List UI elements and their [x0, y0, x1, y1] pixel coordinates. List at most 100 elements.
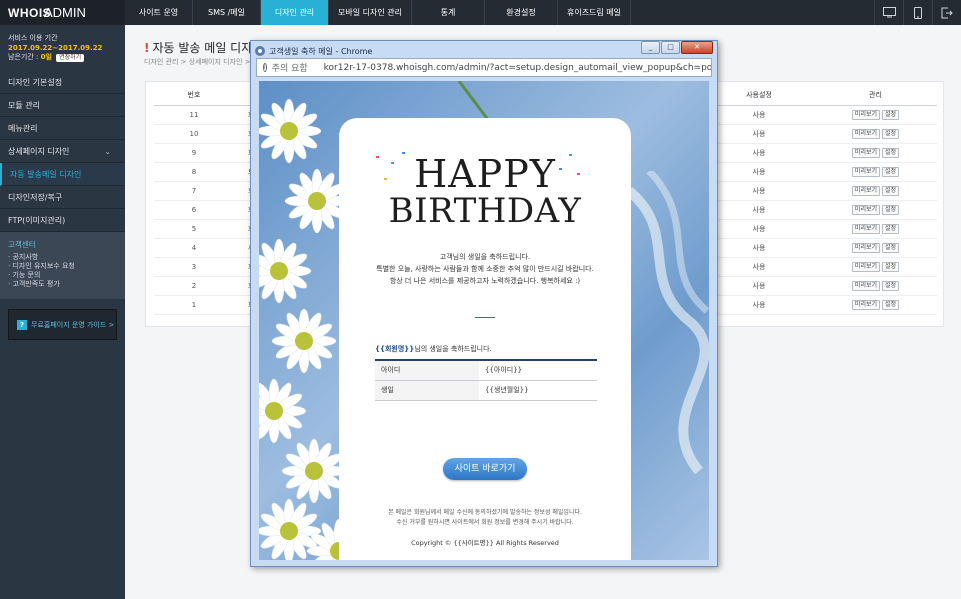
setting-button[interactable]: 설정	[882, 166, 900, 177]
sidebar-item-detail-page[interactable]: 상세페이지 디자인 ⌄	[0, 140, 125, 163]
setting-button[interactable]: 설정	[882, 299, 900, 310]
setting-button[interactable]: 설정	[882, 204, 900, 215]
service-label: 서비스 이용 기간	[8, 34, 58, 42]
preview-button[interactable]: 미리보기	[851, 109, 881, 120]
row-num: 5	[154, 219, 234, 239]
info-key: 생일	[375, 380, 479, 401]
sidebar-item-automail[interactable]: 자동 발송메일 디자인	[0, 163, 125, 186]
title-marker: !	[144, 41, 150, 55]
top-menu-site-operation[interactable]: 사이트 운영	[125, 0, 193, 25]
logo-admin-text: ADMIN	[44, 5, 86, 20]
row-manage: 미리보기 설정	[814, 162, 937, 182]
row-num: 11	[154, 105, 234, 125]
sidebar-item-label: 상세페이지 디자인	[8, 147, 70, 156]
preview-button[interactable]: 미리보기	[851, 204, 881, 215]
email-message-line: 특별한 오늘, 사랑하는 사람들과 함께 소중한 추억 많이 만드시길 바랍니다…	[376, 265, 594, 273]
breadcrumb: 디자인 관리 > 상세페이지 디자인 >	[144, 58, 251, 66]
monitor-icon[interactable]	[874, 0, 903, 25]
top-menu-settings[interactable]: 환경설정	[485, 0, 558, 25]
preview-button[interactable]: 미리보기	[851, 280, 881, 291]
row-usage: 사용	[704, 276, 814, 296]
service-period-box: 서비스 이용 기간 2017.09.22~2017.09.22 남은기간 : 0…	[0, 25, 125, 71]
daisy-icon	[281, 438, 347, 504]
cs-link-inquiry[interactable]: · 기능 문의	[8, 271, 117, 280]
close-button[interactable]: ✕	[681, 41, 713, 54]
preview-button[interactable]: 미리보기	[851, 185, 881, 196]
cs-link-survey[interactable]: · 고객만족도 평가	[8, 280, 117, 289]
row-num: 6	[154, 200, 234, 220]
setting-button[interactable]: 설정	[882, 261, 900, 272]
page-title-text: 자동 발송 메일 디자인	[152, 41, 264, 55]
remaining-period: 남은기간 : 0일 연장하기	[8, 53, 117, 63]
guide-label: 무료홈페이지 운영 가이드 >	[31, 320, 115, 329]
whois-admin-logo[interactable]: WHOIS ADMIN	[0, 0, 125, 25]
cs-link-maintenance[interactable]: · 디자인 유지보수 요청	[8, 262, 117, 271]
greeting-name: {{회원명}}	[375, 345, 415, 353]
preview-button[interactable]: 미리보기	[851, 223, 881, 234]
setting-button[interactable]: 설정	[882, 128, 900, 139]
email-card: HAPPY BIRTHDAY 고객님의 생일을 축하드립니다. 특별한 오늘, …	[339, 118, 631, 560]
row-usage: 사용	[704, 295, 814, 315]
maximize-button[interactable]: □	[661, 41, 680, 54]
row-usage: 사용	[704, 162, 814, 182]
row-num: 7	[154, 181, 234, 201]
row-num: 10	[154, 124, 234, 144]
row-usage: 사용	[704, 257, 814, 277]
row-manage: 미리보기 설정	[814, 238, 937, 258]
cs-link-notice[interactable]: · 공지사항	[8, 253, 117, 262]
column-header-manage: 관리	[814, 86, 937, 106]
setting-button[interactable]: 설정	[882, 185, 900, 196]
email-greeting: {{회원명}}님의 생일을 축하드립니다.	[375, 344, 492, 354]
top-menu-sms-mail[interactable]: SMS /메일	[193, 0, 261, 25]
top-menu-design[interactable]: 디자인 관리	[261, 0, 329, 25]
top-menu-mobile-design[interactable]: 모바일 디자인 관리	[329, 0, 412, 25]
setting-button[interactable]: 설정	[882, 242, 900, 253]
popup-titlebar[interactable]: 고객생일 축하 메일 - Chrome	[255, 43, 372, 59]
row-manage: 미리보기 설정	[814, 219, 937, 239]
sidebar-item-design-basic[interactable]: 디자인 기본설정	[0, 71, 125, 94]
sidebar-item-backup[interactable]: 디자인저장/복구	[0, 186, 125, 209]
minimize-button[interactable]: _	[641, 41, 660, 54]
preview-button[interactable]: 미리보기	[851, 242, 881, 253]
row-manage: 미리보기 설정	[814, 200, 937, 220]
preview-button[interactable]: 미리보기	[851, 166, 881, 177]
go-to-site-button[interactable]: 사이트 바로가기	[443, 458, 527, 480]
sidebar-item-ftp[interactable]: FTP(이미지관리)	[0, 209, 125, 232]
popup-title: 고객생일 축하 메일 - Chrome	[269, 46, 373, 56]
setting-button[interactable]: 설정	[882, 280, 900, 291]
row-manage: 미리보기 설정	[814, 181, 937, 201]
daisy-icon	[259, 378, 307, 444]
preview-button[interactable]: 미리보기	[851, 128, 881, 139]
mobile-icon[interactable]	[903, 0, 932, 25]
remaining-label: 남은기간 :	[8, 53, 39, 61]
preview-button[interactable]: 미리보기	[851, 147, 881, 158]
preview-button[interactable]: 미리보기	[851, 261, 881, 272]
logout-icon[interactable]	[932, 0, 961, 25]
setting-button[interactable]: 설정	[882, 109, 900, 120]
email-info-table: 아이디 {{아이디}} 생일 {{생년월일}}	[375, 359, 597, 401]
top-menu-stats[interactable]: 통계	[412, 0, 485, 25]
daisy-icon	[259, 238, 312, 304]
sidebar-item-menu[interactable]: 메뉴관리	[0, 117, 125, 140]
guide-button[interactable]: ? 무료홈페이지 운영 가이드 >	[8, 309, 117, 340]
row-usage: 사용	[704, 200, 814, 220]
top-menu-mail[interactable]: 휴이즈드림 메일	[558, 0, 631, 25]
address-bar[interactable]: i 주의 요함 kor12r-17-0378.whoisgh.com/admin…	[256, 58, 712, 77]
extend-button[interactable]: 연장하기	[56, 54, 85, 62]
security-warning: 주의 요함	[271, 64, 308, 74]
setting-button[interactable]: 설정	[882, 223, 900, 234]
email-footer: 본 메일은 회원님께서 메일 수신에 동의하셨기에 발송하는 정보성 메일입니다…	[339, 508, 631, 528]
footer-line: 본 메일은 회원님께서 메일 수신에 동의하셨기에 발송하는 정보성 메일입니다…	[388, 509, 582, 516]
top-navigation-bar: WHOIS ADMIN 사이트 운영 SMS /메일 디자인 관리 모바일 디자…	[0, 0, 961, 25]
popup-url: kor12r-17-0378.whoisgh.com/admin/?act=se…	[323, 62, 712, 73]
preview-popup-window: 고객생일 축하 메일 - Chrome _ □ ✕ i 주의 요함 kor12r…	[250, 40, 718, 567]
row-manage: 미리보기 설정	[814, 295, 937, 315]
info-icon[interactable]: i	[263, 63, 267, 72]
row-usage: 사용	[704, 143, 814, 163]
setting-button[interactable]: 설정	[882, 147, 900, 158]
stem-decoration	[457, 81, 491, 121]
sidebar-item-module[interactable]: 모듈 관리	[0, 94, 125, 117]
preview-button[interactable]: 미리보기	[851, 299, 881, 310]
info-key: 아이디	[375, 360, 479, 381]
email-happy-title: HAPPY	[414, 152, 556, 196]
